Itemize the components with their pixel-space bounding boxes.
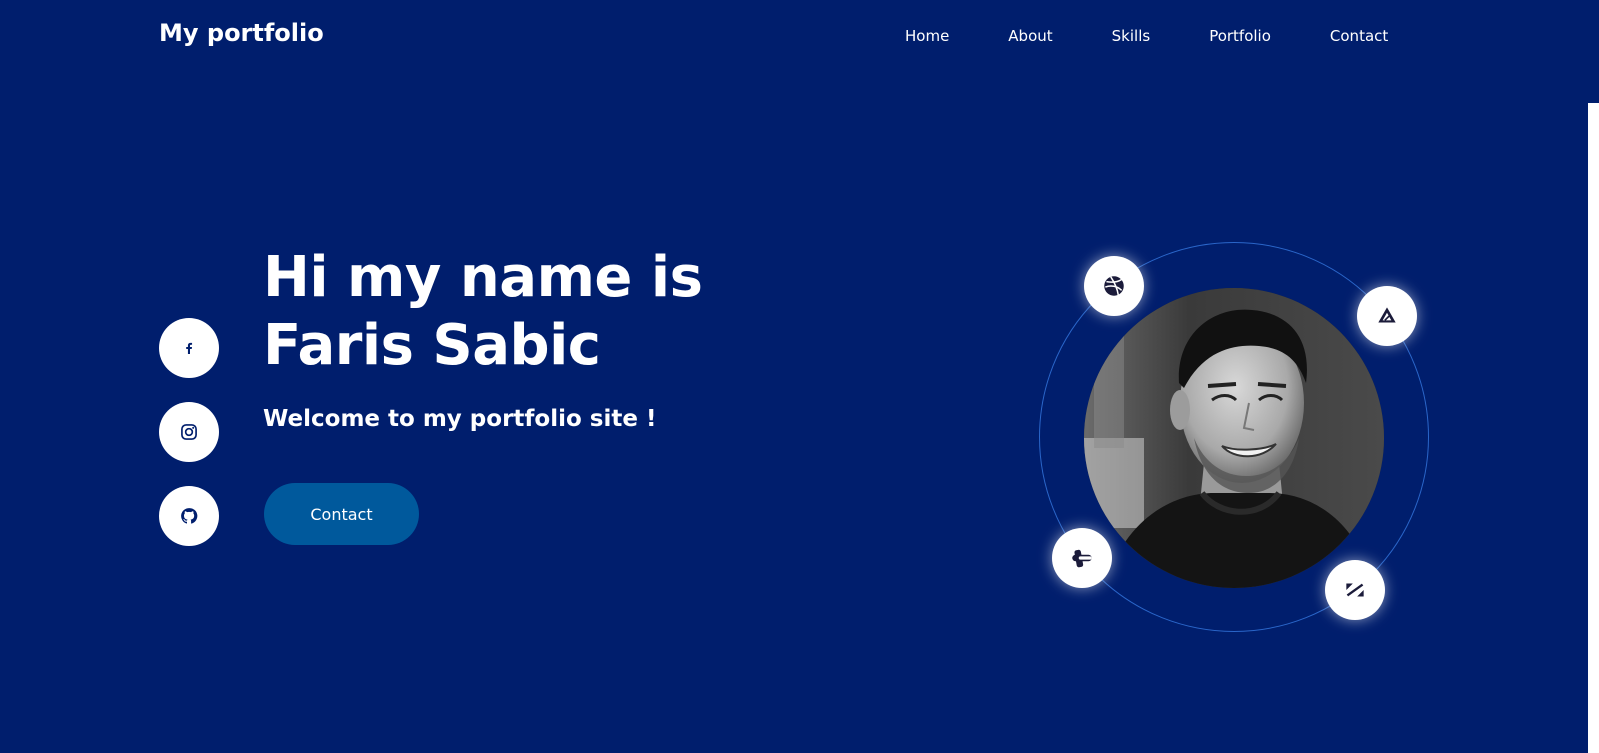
facebook-link[interactable] [159,318,219,378]
scrollbar-track[interactable] [1588,103,1599,753]
hero-title-line1: Hi my name is [263,245,703,310]
tool-icon [1072,549,1092,568]
affinity-designer-icon [1378,307,1396,323]
hero-title-line2: Faris Sabic [263,313,601,378]
hero-subtitle: Welcome to my portfolio site ! [263,406,657,432]
github-link[interactable] [159,486,219,546]
instagram-link[interactable] [159,402,219,462]
github-icon [181,508,198,524]
nav-link-about[interactable]: About [1008,27,1052,45]
photo-editor-badge [1325,560,1385,620]
nav-link-skills[interactable]: Skills [1112,27,1151,45]
nav-link-home[interactable]: Home [905,27,949,45]
tool-badge [1052,528,1112,588]
contact-button[interactable]: Contact [264,483,419,545]
affinity-designer-badge [1357,286,1417,346]
site-logo[interactable]: My portfolio [159,19,324,47]
hero-title: Hi my name is Faris Sabic [263,244,823,380]
dribbble-badge [1084,256,1144,316]
site-header: My portfolio Home About Skills Portfolio… [0,0,1588,72]
page: My portfolio Home About Skills Portfolio… [0,0,1599,753]
main-nav: Home About Skills Portfolio Contact [905,27,1388,45]
nav-link-portfolio[interactable]: Portfolio [1209,27,1271,45]
facebook-icon [186,342,193,354]
nav-link-contact[interactable]: Contact [1330,27,1388,45]
photo-editor-icon [1346,583,1364,597]
instagram-icon [181,424,197,440]
profile-photo-image [1084,288,1384,588]
profile-photo [1084,288,1384,588]
dribbble-icon [1104,276,1124,296]
